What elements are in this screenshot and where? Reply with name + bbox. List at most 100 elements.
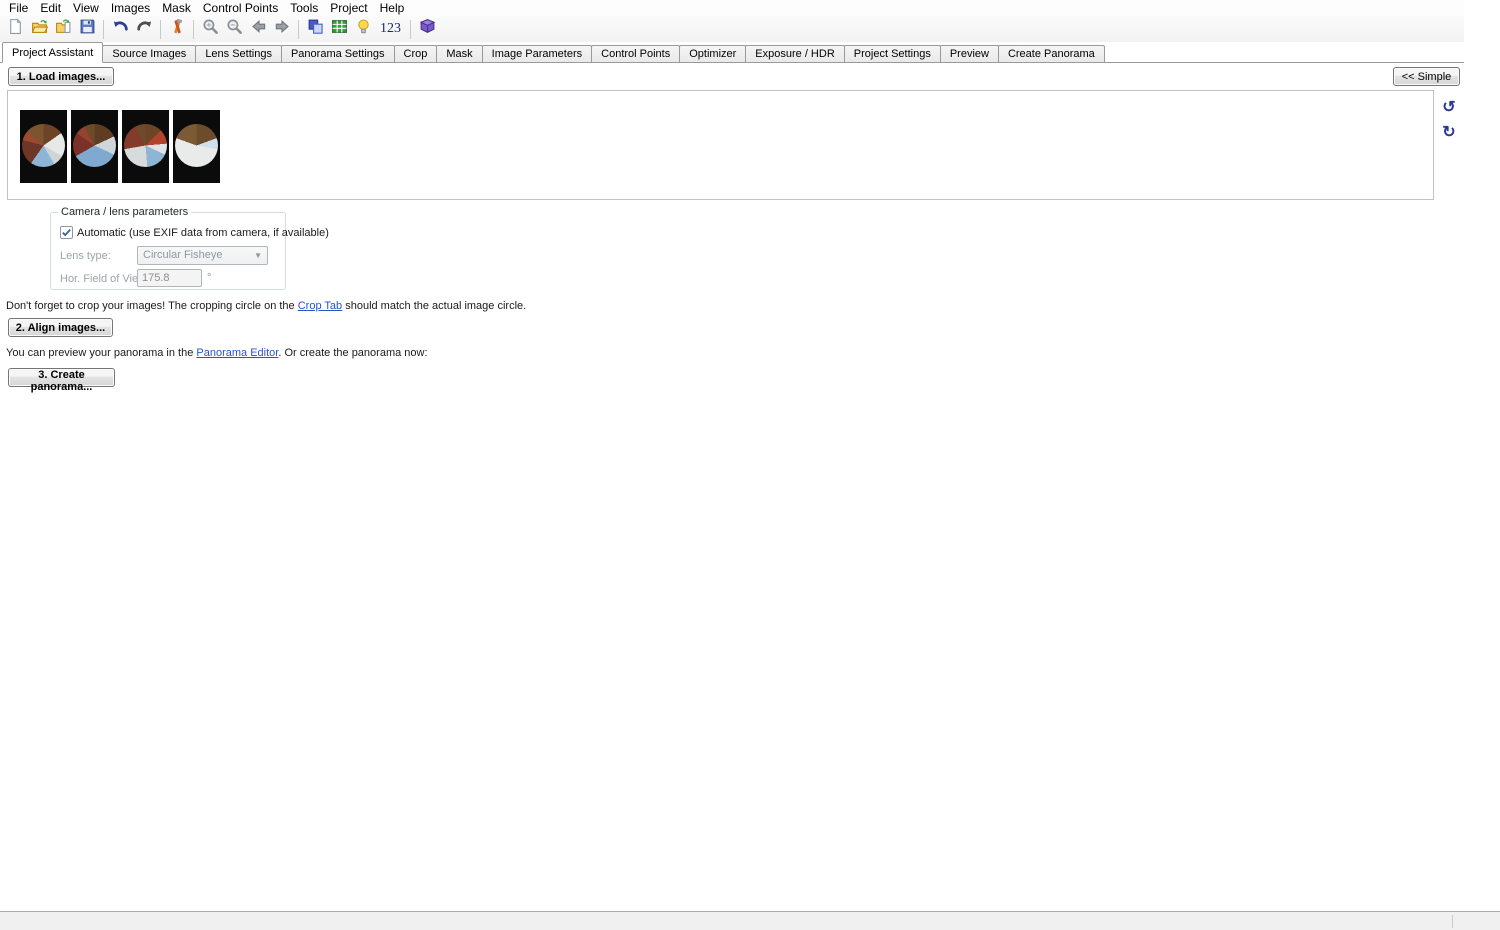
save-project-button[interactable] xyxy=(75,18,99,40)
tab-project-assistant[interactable]: Project Assistant xyxy=(2,42,103,63)
tab-lens-settings[interactable]: Lens Settings xyxy=(195,45,282,62)
degree-unit-label: ° xyxy=(207,272,211,284)
arrow-left-icon xyxy=(250,18,267,40)
new-project-icon xyxy=(7,18,24,40)
automatic-exif-label[interactable]: Automatic (use EXIF data from camera, if… xyxy=(77,227,329,239)
menu-view[interactable]: View xyxy=(67,1,105,16)
save-project-icon xyxy=(79,18,96,40)
image-thumbnails-panel[interactable] xyxy=(7,90,1434,200)
menu-file[interactable]: File xyxy=(3,1,34,16)
toolbar-separator xyxy=(410,20,411,39)
tab-exposure-hdr[interactable]: Exposure / HDR xyxy=(745,45,844,62)
rotate-left-icon[interactable]: ↺ xyxy=(1440,99,1458,117)
menu-help[interactable]: Help xyxy=(374,1,411,16)
grid-table-icon xyxy=(331,18,348,40)
preview-note: You can preview your panorama in the Pan… xyxy=(6,347,428,359)
tab-image-parameters[interactable]: Image Parameters xyxy=(482,45,592,62)
add-images-button[interactable] xyxy=(51,18,75,40)
menu-mask[interactable]: Mask xyxy=(156,1,197,16)
tab-project-settings[interactable]: Project Settings xyxy=(844,45,941,62)
lightbulb-icon xyxy=(355,18,372,40)
crop-note-text: should match the actual image circle. xyxy=(342,300,526,312)
redo-icon xyxy=(136,18,153,40)
menu-images[interactable]: Images xyxy=(105,1,156,16)
show-grid-button[interactable] xyxy=(327,18,351,40)
menu-project[interactable]: Project xyxy=(324,1,373,16)
help-book-icon xyxy=(419,18,436,40)
camera-lens-parameters-group: Camera / lens parameters Automatic (use … xyxy=(50,212,286,290)
automatic-exif-checkbox[interactable] xyxy=(60,226,73,239)
crop-note-text: Don't forget to crop your images! The cr… xyxy=(6,300,298,312)
fast-preview-button[interactable] xyxy=(303,18,327,40)
tab-control-points[interactable]: Control Points xyxy=(591,45,680,62)
zoom-out-icon xyxy=(226,18,243,40)
image-thumbnail-3[interactable] xyxy=(122,110,169,183)
arrow-right-icon xyxy=(274,18,291,40)
status-bar xyxy=(0,911,1500,930)
image-thumbnail-2[interactable] xyxy=(71,110,118,183)
fisheye-photo xyxy=(73,124,116,167)
load-images-button[interactable]: 1. Load images... xyxy=(8,67,114,86)
menu-edit[interactable]: Edit xyxy=(34,1,67,16)
lens-type-dropdown[interactable]: Circular Fisheye ▼ xyxy=(137,246,268,265)
zoom-in-icon xyxy=(202,18,219,40)
redo-button[interactable] xyxy=(132,18,156,40)
align-images-button[interactable]: 2. Align images... xyxy=(8,318,113,337)
fisheye-photo xyxy=(124,124,167,167)
zoom-out-button[interactable] xyxy=(222,18,246,40)
tab-bar: Project Assistant Source Images Lens Set… xyxy=(0,42,1464,63)
lens-type-label: Lens type: xyxy=(60,250,111,262)
fisheye-photo xyxy=(175,124,218,167)
rotate-right-icon[interactable]: ↻ xyxy=(1440,124,1458,142)
tab-source-images[interactable]: Source Images xyxy=(102,45,196,62)
crop-tab-link[interactable]: Crop Tab xyxy=(298,300,342,312)
image-thumbnail-4[interactable] xyxy=(173,110,220,183)
toolbar-separator xyxy=(103,20,104,39)
toolbar: 123 xyxy=(0,16,1464,42)
tab-preview[interactable]: Preview xyxy=(940,45,999,62)
tab-create-panorama[interactable]: Create Panorama xyxy=(998,45,1105,62)
zoom-in-button[interactable] xyxy=(198,18,222,40)
preferences-button[interactable] xyxy=(165,18,189,40)
help-button[interactable] xyxy=(415,18,439,40)
add-images-icon xyxy=(55,18,72,40)
group-title: Camera / lens parameters xyxy=(58,206,191,218)
open-project-button[interactable] xyxy=(27,18,51,40)
preview-note-text: You can preview your panorama in the xyxy=(6,347,196,359)
hfov-input[interactable] xyxy=(137,269,202,287)
chevron-down-icon: ▼ xyxy=(254,247,262,264)
fisheye-photo xyxy=(22,124,65,167)
tab-mask[interactable]: Mask xyxy=(436,45,482,62)
new-project-button[interactable] xyxy=(3,18,27,40)
next-image-button[interactable] xyxy=(270,18,294,40)
toolbar-separator xyxy=(160,20,161,39)
create-panorama-button[interactable]: 3. Create panorama... xyxy=(8,368,115,387)
menu-bar: File Edit View Images Mask Control Point… xyxy=(0,0,1464,16)
menu-tools[interactable]: Tools xyxy=(284,1,324,16)
project-assistant-page: 1. Load images... << Simple ↺ ↻ Camera /… xyxy=(0,63,1500,911)
panorama-editor-link[interactable]: Panorama Editor xyxy=(196,347,278,359)
checkmark-icon xyxy=(61,227,72,238)
open-project-icon xyxy=(31,18,48,40)
tab-crop[interactable]: Crop xyxy=(394,45,438,62)
preferences-tools-icon xyxy=(169,18,186,40)
menu-control-points[interactable]: Control Points xyxy=(197,1,284,16)
undo-button[interactable] xyxy=(108,18,132,40)
lens-type-value: Circular Fisheye xyxy=(143,249,222,261)
previous-image-button[interactable] xyxy=(246,18,270,40)
toolbar-separator xyxy=(298,20,299,39)
preview-note-text: . Or create the panorama now: xyxy=(278,347,427,359)
tab-optimizer[interactable]: Optimizer xyxy=(679,45,746,62)
show-numbers-button[interactable]: 123 xyxy=(375,21,406,37)
tab-panorama-settings[interactable]: Panorama Settings xyxy=(281,45,395,62)
simple-mode-button[interactable]: << Simple xyxy=(1393,67,1460,86)
preview-window-button[interactable] xyxy=(351,18,375,40)
toolbar-separator xyxy=(193,20,194,39)
image-thumbnail-1[interactable] xyxy=(20,110,67,183)
fast-preview-icon xyxy=(307,18,324,40)
undo-icon xyxy=(112,18,129,40)
hugin-window: File Edit View Images Mask Control Point… xyxy=(0,0,1500,930)
statusbar-divider xyxy=(1452,915,1453,928)
hfov-label: Hor. Field of View: xyxy=(60,273,149,285)
crop-reminder-note: Don't forget to crop your images! The cr… xyxy=(6,300,526,312)
